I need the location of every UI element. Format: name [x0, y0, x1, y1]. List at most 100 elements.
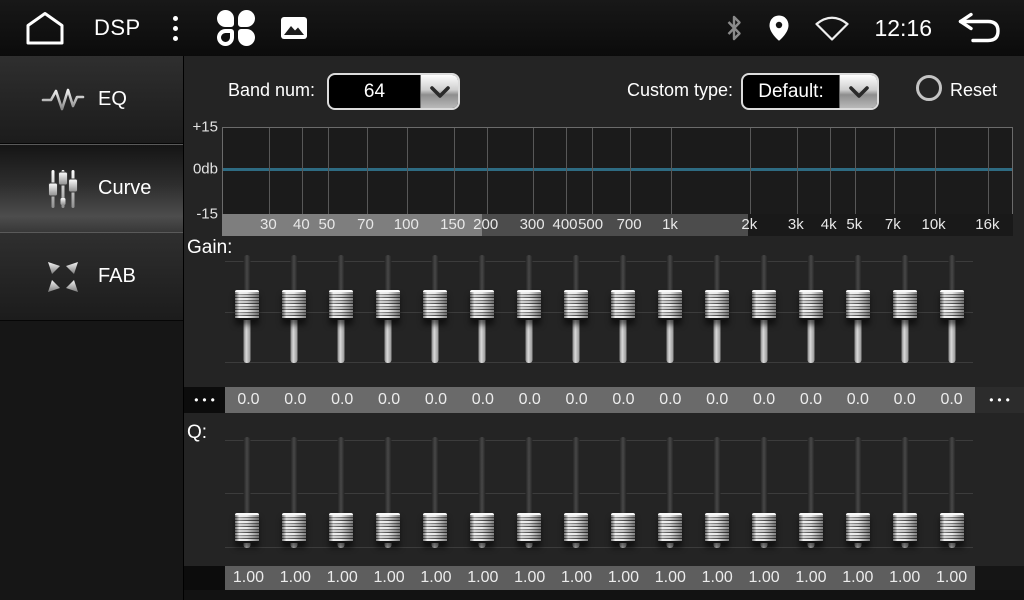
slider-track — [506, 437, 553, 548]
q-slider-16[interactable] — [929, 430, 976, 558]
gain-slider-knob[interactable] — [423, 290, 447, 320]
q-slider-knob[interactable] — [235, 513, 259, 543]
band-num-select[interactable]: 64 — [327, 73, 460, 110]
slider-track — [694, 255, 741, 363]
gain-slider-15[interactable] — [882, 252, 929, 372]
q-slider-knob[interactable] — [470, 513, 494, 543]
q-slider-knob[interactable] — [517, 513, 541, 543]
q-slider-knob[interactable] — [893, 513, 917, 543]
gain-slider-knob[interactable] — [282, 290, 306, 320]
q-slider-7[interactable] — [506, 430, 553, 558]
q-slider-14[interactable] — [835, 430, 882, 558]
q-value-11: 1.00 — [694, 566, 741, 590]
home-icon[interactable] — [22, 10, 68, 46]
gain-slider-knob[interactable] — [893, 290, 917, 320]
gain-slider-13[interactable] — [788, 252, 835, 372]
sidebar-item-fab[interactable]: FAB — [0, 233, 183, 321]
back-icon[interactable] — [956, 11, 1002, 45]
q-slider-11[interactable] — [694, 430, 741, 558]
q-slider-knob[interactable] — [940, 513, 964, 543]
custom-type-select[interactable]: Default: — [741, 73, 879, 110]
q-value-10: 1.00 — [647, 566, 694, 590]
gain-slider-knob[interactable] — [517, 290, 541, 320]
q-slider-3[interactable] — [318, 430, 365, 558]
gain-slider-3[interactable] — [318, 252, 365, 372]
gallery-icon[interactable] — [280, 16, 308, 40]
gain-slider-knob[interactable] — [376, 290, 400, 320]
eq-curve-plot[interactable] — [222, 127, 1013, 214]
gain-slider-12[interactable] — [741, 252, 788, 372]
q-slider-5[interactable] — [412, 430, 459, 558]
chevron-down-icon[interactable] — [420, 75, 458, 108]
q-slider-knob[interactable] — [564, 513, 588, 543]
gain-slider-6[interactable] — [459, 252, 506, 372]
q-slider-knob[interactable] — [611, 513, 635, 543]
grid-line — [407, 128, 408, 214]
freq-tick-label: 30 — [260, 214, 277, 236]
q-slider-knob[interactable] — [282, 513, 306, 543]
gain-slider-knob[interactable] — [235, 290, 259, 320]
gain-slider-14[interactable] — [835, 252, 882, 372]
gain-slider-knob[interactable] — [940, 290, 964, 320]
slider-track — [412, 437, 459, 548]
gain-slider-knob[interactable] — [470, 290, 494, 320]
gain-slider-knob[interactable] — [799, 290, 823, 320]
q-slider-1[interactable] — [224, 430, 271, 558]
slider-track — [412, 255, 459, 363]
q-slider-9[interactable] — [600, 430, 647, 558]
bottom-strip — [184, 590, 1024, 600]
overflow-menu-icon[interactable] — [169, 12, 182, 45]
q-slider-6[interactable] — [459, 430, 506, 558]
gain-slider-knob[interactable] — [705, 290, 729, 320]
gain-slider-5[interactable] — [412, 252, 459, 372]
custom-type-label: Custom type: — [627, 80, 733, 101]
apps-icon[interactable] — [216, 8, 256, 48]
gain-slider-knob[interactable] — [658, 290, 682, 320]
q-slider-knob[interactable] — [423, 513, 447, 543]
sliders-icon — [40, 168, 86, 210]
q-slider-13[interactable] — [788, 430, 835, 558]
gain-slider-2[interactable] — [271, 252, 318, 372]
q-slider-knob[interactable] — [376, 513, 400, 543]
gain-slider-11[interactable] — [694, 252, 741, 372]
q-slider-10[interactable] — [647, 430, 694, 558]
q-slider-knob[interactable] — [705, 513, 729, 543]
gain-slider-knob[interactable] — [611, 290, 635, 320]
grid-line — [592, 128, 593, 214]
q-slider-knob[interactable] — [846, 513, 870, 543]
gain-slider-16[interactable] — [929, 252, 976, 372]
gain-scroll-left-button[interactable]: ••• — [184, 387, 225, 413]
q-slider-15[interactable] — [882, 430, 929, 558]
grid-line — [269, 128, 270, 214]
gain-sliders — [184, 252, 1024, 372]
gain-slider-knob[interactable] — [564, 290, 588, 320]
sidebar-item-label: FAB — [98, 265, 136, 288]
q-slider-knob[interactable] — [799, 513, 823, 543]
gain-slider-knob[interactable] — [846, 290, 870, 320]
q-slider-4[interactable] — [365, 430, 412, 558]
gain-slider-8[interactable] — [553, 252, 600, 372]
slider-track — [553, 255, 600, 363]
q-slider-12[interactable] — [741, 430, 788, 558]
gain-slider-10[interactable] — [647, 252, 694, 372]
gain-value-8: 0.0 — [553, 387, 600, 413]
gain-slider-knob[interactable] — [752, 290, 776, 320]
chevron-down-icon[interactable] — [839, 75, 877, 108]
slider-track — [271, 437, 318, 548]
gain-slider-knob[interactable] — [329, 290, 353, 320]
freq-tick-label: 10k — [922, 214, 946, 236]
gain-slider-4[interactable] — [365, 252, 412, 372]
q-slider-8[interactable] — [553, 430, 600, 558]
q-slider-knob[interactable] — [329, 513, 353, 543]
freq-tick-label: 2k — [741, 214, 757, 236]
reset-radio[interactable] — [916, 75, 942, 101]
q-slider-knob[interactable] — [752, 513, 776, 543]
sidebar-item-curve[interactable]: Curve — [0, 144, 183, 233]
gain-slider-9[interactable] — [600, 252, 647, 372]
gain-slider-7[interactable] — [506, 252, 553, 372]
q-slider-2[interactable] — [271, 430, 318, 558]
q-slider-knob[interactable] — [658, 513, 682, 543]
sidebar-item-eq[interactable]: EQ — [0, 56, 183, 144]
gain-slider-1[interactable] — [224, 252, 271, 372]
gain-scroll-right-button[interactable]: ••• — [975, 387, 1024, 413]
